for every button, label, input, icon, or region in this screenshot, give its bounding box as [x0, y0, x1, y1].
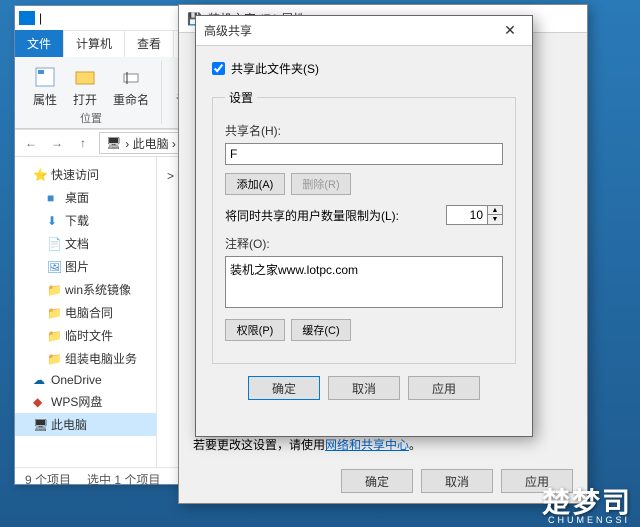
pictures-icon: 🖼	[47, 260, 61, 274]
share-folder-checkbox-row[interactable]: 共享此文件夹(S)	[212, 60, 516, 77]
watermark-sub: CHUMENGSI	[548, 515, 630, 525]
folder-icon: 📁	[47, 352, 61, 366]
permissions-button[interactable]: 权限(P)	[225, 319, 285, 341]
network-center-link[interactable]: 网络和共享中心	[325, 438, 409, 452]
status-count: 9 个项目	[25, 471, 71, 488]
cache-button[interactable]: 缓存(C)	[291, 319, 351, 341]
user-limit-row: 将同时共享的用户数量限制为(L): ▲ ▼	[225, 205, 503, 225]
sidebar-item-onedrive[interactable]: ☁OneDrive	[15, 370, 156, 390]
sidebar-item-thispc[interactable]: 🖥此电脑	[15, 413, 156, 436]
sidebar-item-documents[interactable]: 📄文档	[15, 232, 156, 255]
sidebar-item-winimg[interactable]: 📁win系统镜像	[15, 278, 156, 301]
add-remove-row: 添加(A) 删除(R)	[225, 173, 503, 195]
desktop-icon: ■	[47, 191, 61, 205]
sidebar-item-quick[interactable]: ⭐快速访问	[15, 163, 156, 186]
open-button[interactable]: 打开	[69, 63, 101, 110]
tab-view[interactable]: 查看	[125, 30, 174, 57]
folder-icon: 📁	[47, 306, 61, 320]
adv-title-text: 高级共享	[204, 22, 252, 39]
sidebar-item-temp[interactable]: 📁临时文件	[15, 324, 156, 347]
documents-icon: 📄	[47, 237, 61, 251]
spinner-buttons: ▲ ▼	[488, 205, 503, 225]
spin-down[interactable]: ▼	[488, 215, 502, 224]
props-cancel-button[interactable]: 取消	[421, 469, 493, 493]
rename-icon	[119, 65, 143, 89]
back-button[interactable]: ←	[21, 133, 41, 153]
user-limit-spinner[interactable]: ▲ ▼	[446, 205, 503, 225]
group-location-label: 位置	[80, 110, 102, 126]
up-button[interactable]: ↑	[73, 133, 93, 153]
pc-icon: 🖥	[33, 418, 47, 432]
pc-icon	[19, 11, 35, 25]
star-icon: ⭐	[33, 168, 47, 182]
user-limit-input[interactable]	[446, 205, 488, 225]
adv-cancel-button[interactable]: 取消	[328, 376, 400, 400]
sidebar-item-pictures[interactable]: 🖼图片	[15, 255, 156, 278]
props-ok-button[interactable]: 确定	[341, 469, 413, 493]
sidebar-item-biz[interactable]: 📁组装电脑业务	[15, 347, 156, 370]
share-name-input[interactable]	[225, 143, 503, 165]
spin-up[interactable]: ▲	[488, 206, 502, 215]
properties-footer: 确定 取消 应用	[341, 469, 573, 493]
open-icon	[73, 65, 97, 89]
downloads-icon: ⬇	[47, 214, 61, 228]
adv-body: 共享此文件夹(S) 设置 共享名(H): 添加(A) 删除(R) 将同时共享的用…	[196, 46, 532, 414]
comment-label: 注释(O):	[225, 235, 503, 252]
sidebar-item-contract[interactable]: 📁电脑合同	[15, 301, 156, 324]
ribbon-group-location: 属性 打开 重命名 位置	[21, 61, 162, 124]
tab-computer[interactable]: 计算机	[64, 30, 125, 57]
tab-file[interactable]: 文件	[15, 30, 64, 57]
sidebar-item-desktop[interactable]: ■桌面	[15, 186, 156, 209]
wps-icon: ◆	[33, 395, 47, 409]
nav-sidebar: ⭐快速访问 ■桌面 ⬇下载 📄文档 🖼图片 📁win系统镜像 📁电脑合同 📁临时…	[15, 157, 157, 467]
advanced-sharing-dialog: 高级共享 ✕ 共享此文件夹(S) 设置 共享名(H): 添加(A) 删除(R) …	[195, 15, 533, 437]
share-folder-checkbox[interactable]	[212, 62, 225, 75]
settings-legend: 设置	[225, 89, 257, 106]
sidebar-item-wps[interactable]: ◆WPS网盘	[15, 390, 156, 413]
folder-icon: 📁	[47, 329, 61, 343]
remove-button: 删除(R)	[291, 173, 351, 195]
properties-button[interactable]: 属性	[29, 63, 61, 110]
onedrive-icon: ☁	[33, 373, 47, 387]
adv-ok-button[interactable]: 确定	[248, 376, 320, 400]
status-selected: 选中 1 个项目	[87, 471, 160, 488]
breadcrumb: › 此电脑 ›	[125, 135, 176, 152]
user-limit-label: 将同时共享的用户数量限制为(L):	[225, 207, 399, 224]
rename-button[interactable]: 重命名	[109, 63, 153, 110]
pc-icon-small: 🖥	[106, 136, 121, 150]
rename-label: 重命名	[113, 91, 149, 108]
properties-icon	[33, 65, 57, 89]
adv-titlebar: 高级共享 ✕	[196, 16, 532, 46]
adv-apply-button[interactable]: 应用	[408, 376, 480, 400]
share-name-label: 共享名(H):	[225, 122, 503, 139]
perm-cache-row: 权限(P) 缓存(C)	[225, 319, 503, 341]
title-separator: |	[39, 11, 42, 25]
forward-button[interactable]: →	[47, 133, 67, 153]
add-button[interactable]: 添加(A)	[225, 173, 285, 195]
change-link-row: 若要更改这设置，请使用网络和共享中心。	[193, 436, 421, 453]
folder-icon: 📁	[47, 283, 61, 297]
properties-label: 属性	[33, 91, 57, 108]
adv-footer: 确定 取消 应用	[212, 376, 516, 400]
comment-input[interactable]	[225, 256, 503, 308]
settings-fieldset: 设置 共享名(H): 添加(A) 删除(R) 将同时共享的用户数量限制为(L):…	[212, 89, 516, 364]
share-folder-label: 共享此文件夹(S)	[231, 60, 319, 77]
close-button[interactable]: ✕	[496, 20, 524, 42]
open-label: 打开	[73, 91, 97, 108]
sidebar-item-downloads[interactable]: ⬇下载	[15, 209, 156, 232]
